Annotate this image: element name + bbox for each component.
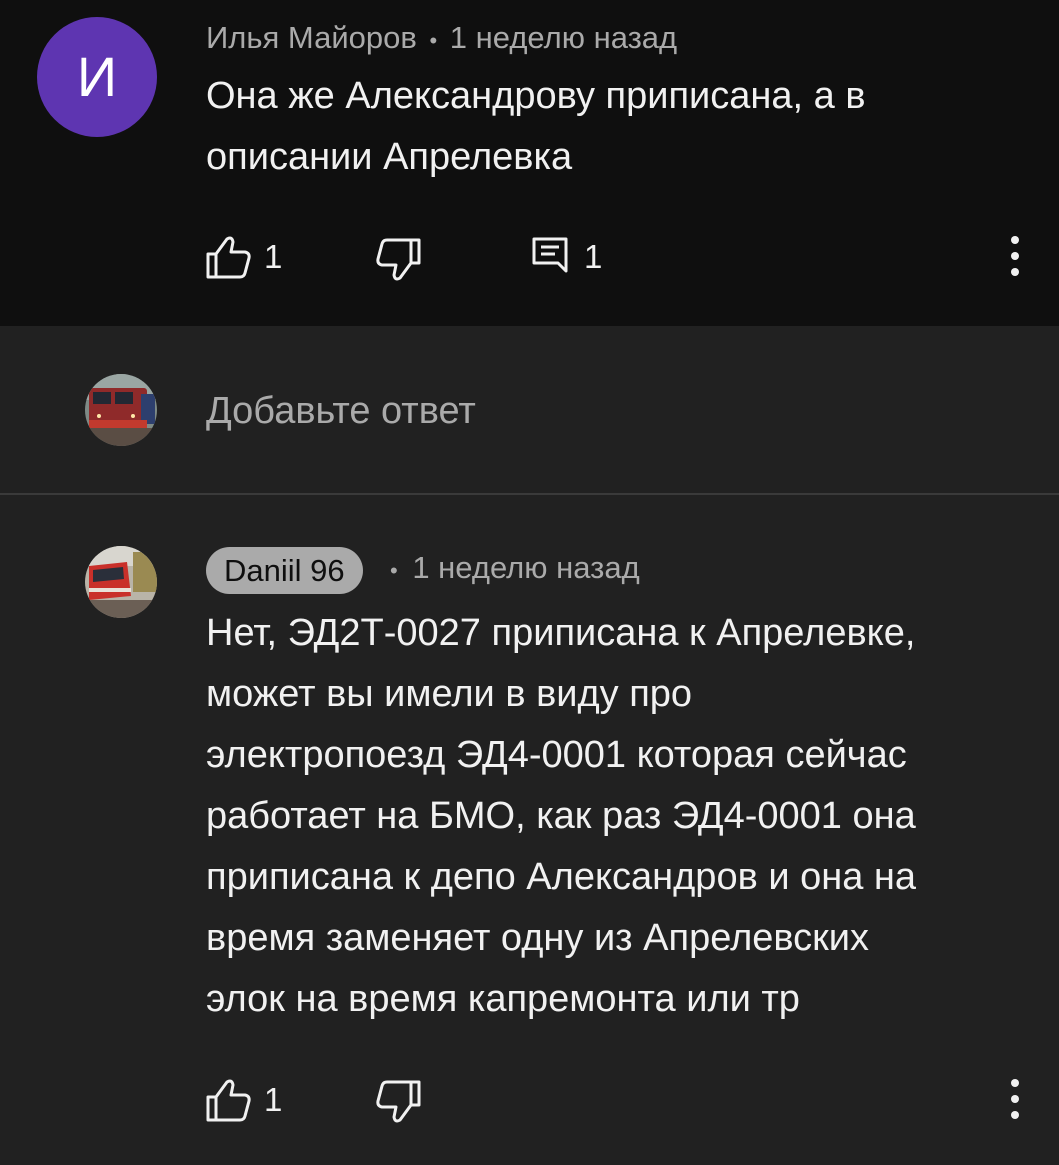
more-vert-icon[interactable] bbox=[1005, 1077, 1025, 1123]
avatar[interactable]: И bbox=[37, 17, 157, 137]
more-vert-icon[interactable] bbox=[1005, 234, 1025, 280]
like-count: 1 bbox=[264, 1081, 283, 1118]
comment-icon[interactable] bbox=[530, 235, 578, 283]
comment-time: 1 неделю назад bbox=[412, 550, 640, 585]
thumbs-up-icon[interactable] bbox=[205, 1076, 253, 1124]
comment-text-line: описании Апрелевка bbox=[206, 136, 573, 178]
like-count: 1 bbox=[264, 238, 283, 275]
comment-thread-parent: И Илья Майоров • 1 неделю назад Она же А… bbox=[0, 0, 1059, 326]
comment-text-line: Нет, ЭД2Т-0027 приписана к Апрелевке, bbox=[206, 612, 916, 654]
comment-text: Нет, ЭД2Т-0027 приписана к Апрелевке, мо… bbox=[206, 603, 916, 1030]
comment-text-line: работает на БМО, как раз ЭД4-0001 она bbox=[206, 795, 916, 837]
divider bbox=[0, 493, 1059, 495]
comment-time: 1 неделю назад bbox=[449, 20, 678, 55]
reply-box bbox=[0, 326, 1059, 494]
author-chip[interactable]: Daniil 96 bbox=[206, 547, 363, 594]
author-name[interactable]: Илья Майоров bbox=[206, 20, 417, 55]
comment-text-line: Она же Александрову приписана, а в bbox=[206, 75, 866, 117]
avatar[interactable] bbox=[85, 546, 157, 618]
comment-text-line: электропоезд ЭД4-0001 которая сейчас bbox=[206, 734, 907, 776]
comment-meta: • 1 неделю назад bbox=[390, 550, 640, 586]
reply-input[interactable]: Добавьте ответ bbox=[206, 390, 476, 433]
comment-text-line: может вы имели в виду про bbox=[206, 673, 693, 715]
comment-text: Она же Александрову приписана, а в описа… bbox=[206, 66, 866, 188]
comment-text-line: приписана к депо Александров и она на bbox=[206, 856, 917, 898]
user-avatar bbox=[85, 374, 157, 446]
comment-meta: Илья Майоров • 1 неделю назад bbox=[206, 20, 677, 56]
thumbs-down-icon[interactable] bbox=[374, 1078, 422, 1126]
comment-text-line: время заменяет одну из Апрелевских bbox=[206, 917, 869, 959]
meta-separator: • bbox=[390, 558, 398, 583]
comment-text-line: элок на время капремонта или тр bbox=[206, 978, 800, 1020]
reply-count[interactable]: 1 bbox=[584, 238, 602, 276]
thumbs-down-icon[interactable] bbox=[374, 236, 422, 284]
meta-separator: • bbox=[429, 28, 438, 53]
thumbs-up-icon[interactable] bbox=[205, 233, 253, 281]
